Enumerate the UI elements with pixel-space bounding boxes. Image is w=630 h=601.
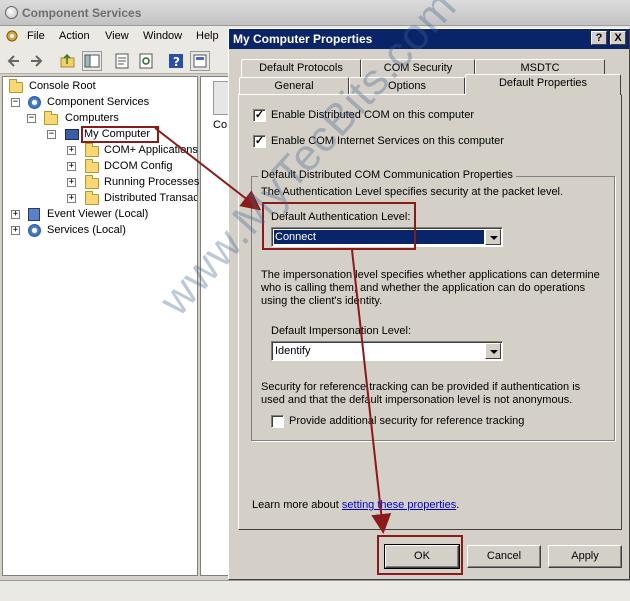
dialog-title: My Computer Properties (233, 32, 373, 46)
expand-icon[interactable]: + (67, 162, 76, 171)
svg-text:?: ? (173, 55, 180, 69)
folder-icon (85, 143, 99, 157)
folder-icon (85, 175, 99, 189)
show-hide-tree-icon[interactable] (82, 51, 102, 71)
chevron-down-icon[interactable] (485, 343, 501, 359)
expand-icon[interactable]: + (67, 194, 76, 203)
refresh-icon[interactable] (136, 51, 156, 71)
expand-icon[interactable]: + (67, 146, 76, 155)
dialog-titlebar: My Computer Properties ? X (229, 29, 629, 49)
learn-more-prefix: Learn more about (252, 499, 342, 511)
tab-options[interactable]: Options (349, 77, 465, 95)
tree-item-console-root[interactable]: Console Root (7, 79, 187, 94)
result-item-label: Co (213, 119, 228, 131)
folder-icon (9, 79, 23, 93)
learn-more-suffix: . (456, 499, 460, 511)
expand-icon[interactable]: + (11, 210, 20, 219)
impersonation-level-label: Default Impersonation Level: (271, 325, 412, 337)
main-window-titlebar: Component Services (0, 0, 630, 26)
tree-item-services[interactable]: + Services (Local) (7, 223, 187, 238)
component-services-icon (28, 96, 41, 109)
reference-tracking-label: Provide additional security for referenc… (289, 415, 525, 427)
tree-item-com-plus-applications[interactable]: + COM+ Applications (7, 143, 198, 158)
auth-level-value: Connect (274, 230, 484, 244)
event-viewer-icon (28, 208, 40, 221)
services-gear-icon (28, 224, 41, 237)
tree-item-computers[interactable]: − Computers (7, 111, 187, 126)
tree-label: Services (Local) (47, 224, 126, 236)
menu-view[interactable]: View (105, 30, 129, 42)
folder-icon (44, 111, 58, 125)
auth-level-dropdown[interactable]: Connect (271, 227, 503, 247)
tree-item-event-viewer[interactable]: + Event Viewer (Local) (7, 207, 187, 222)
auth-description: The Authentication Level specifies secur… (261, 186, 564, 198)
enable-dcom-checkbox[interactable]: ✓ (253, 109, 266, 122)
tab-com-security[interactable]: COM Security (361, 59, 475, 77)
tree-pane: Console Root − Component Services − Comp… (2, 76, 200, 576)
computer-icon (65, 129, 79, 140)
up-folder-icon[interactable] (58, 51, 78, 71)
enable-com-internet-label: Enable COM Internet Services on this com… (271, 135, 504, 147)
my-computer-highlight-box (81, 126, 159, 143)
my-computer-properties-dialog: My Computer Properties ? X Default Proto… (228, 28, 630, 580)
collapse-icon[interactable]: − (11, 98, 20, 107)
tree-item-component-services[interactable]: − Component Services (7, 95, 187, 110)
forward-icon[interactable] (26, 51, 46, 71)
mmc-icon[interactable] (5, 29, 19, 43)
tree-label: COM+ Applications (104, 144, 198, 156)
tree-label: Computers (65, 112, 119, 124)
menu-help[interactable]: Help (196, 30, 219, 42)
menu-action[interactable]: Action (59, 30, 90, 42)
cancel-button[interactable]: Cancel (467, 545, 541, 568)
folder-icon (85, 191, 99, 205)
main-window-title: Component Services (22, 6, 142, 20)
folder-icon (85, 159, 99, 173)
apply-button[interactable]: Apply (548, 545, 622, 568)
chevron-down-icon[interactable] (485, 229, 501, 245)
status-bar (0, 580, 630, 601)
tree-label: Running Processes (104, 176, 200, 188)
collapse-icon[interactable]: − (47, 130, 56, 139)
enable-com-internet-checkbox[interactable]: ✓ (253, 135, 266, 148)
ok-button[interactable]: OK (384, 544, 460, 569)
properties-icon[interactable] (112, 51, 132, 71)
tab-general[interactable]: General (239, 77, 349, 95)
tab-default-properties[interactable]: Default Properties (465, 74, 621, 95)
expand-icon[interactable]: + (11, 226, 20, 235)
reference-tracking-description: Security for reference tracking can be p… (261, 381, 581, 406)
menu-file[interactable]: File (27, 30, 45, 42)
enable-dcom-label: Enable Distributed COM on this computer (271, 109, 474, 121)
impersonation-description: The impersonation level specifies whethe… (261, 269, 600, 307)
tree-item-distributed-transactions[interactable]: + Distributed Transaco (7, 191, 197, 206)
collapse-icon[interactable]: − (27, 114, 36, 123)
component-services-icon (5, 6, 18, 19)
tree-label: Component Services (47, 96, 150, 108)
learn-more-link[interactable]: setting these properties (342, 499, 456, 511)
auth-level-label: Default Authentication Level: (271, 211, 411, 223)
tree-label: DCOM Config (104, 160, 173, 172)
tree-label: Event Viewer (Local) (47, 208, 149, 220)
reference-tracking-checkbox[interactable] (271, 415, 284, 428)
impersonation-level-value: Identify (275, 345, 311, 357)
help-button[interactable]: ? (591, 31, 607, 45)
mmc-view-icon[interactable] (190, 51, 210, 71)
tab-default-protocols[interactable]: Default Protocols (241, 59, 361, 77)
result-pane: Co (200, 76, 231, 576)
close-button[interactable]: X (610, 31, 626, 45)
group-title: Default Distributed COM Communication Pr… (258, 169, 516, 181)
tree-item-running-processes[interactable]: + Running Processes (7, 175, 200, 190)
tree-label: Distributed Transaco (104, 192, 197, 204)
back-icon[interactable] (4, 51, 24, 71)
menu-window[interactable]: Window (143, 30, 182, 42)
impersonation-level-dropdown[interactable]: Identify (271, 341, 503, 361)
expand-icon[interactable]: + (67, 178, 76, 187)
help-icon[interactable]: ? (166, 51, 186, 71)
tree-label: Console Root (29, 80, 96, 92)
learn-more-text: Learn more about setting these propertie… (252, 499, 459, 511)
tree-item-dcom-config[interactable]: + DCOM Config (7, 159, 197, 174)
